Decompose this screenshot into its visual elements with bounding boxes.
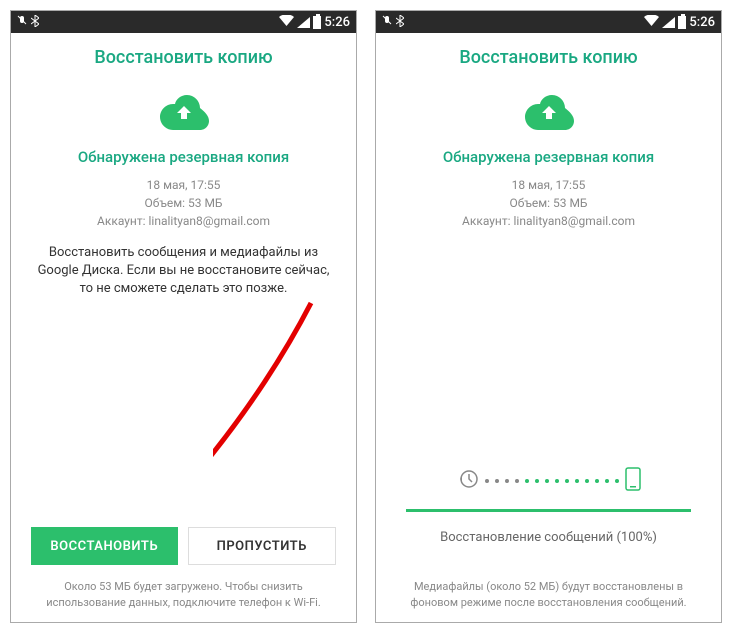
phone-icon [625, 467, 641, 495]
page-title: Восстановить копию [31, 47, 336, 68]
restore-button[interactable]: ВОССТАНОВИТЬ [31, 527, 178, 565]
restore-graphic [396, 467, 701, 495]
bluetooth-icon [396, 15, 404, 30]
backup-size: Объем: 53 МБ [31, 194, 336, 212]
history-icon [457, 468, 479, 494]
backup-found-title: Обнаружена резервная копия [396, 148, 701, 166]
backup-account: Аккаунт: linalityan8@gmail.com [396, 212, 701, 230]
skip-button[interactable]: ПРОПУСТИТЬ [188, 527, 337, 565]
clock-time: 5:26 [689, 15, 715, 30]
footer-text: Около 53 МБ будет загружено. Чтобы снизи… [31, 579, 336, 610]
mic-off-icon [382, 15, 392, 29]
status-bar: 5:26 [376, 11, 721, 33]
button-row: ВОССТАНОВИТЬ ПРОПУСТИТЬ [31, 527, 336, 565]
status-right: 5:26 [279, 15, 350, 30]
backup-date: 18 мая, 17:55 [31, 176, 336, 194]
cloud-upload-icon [31, 68, 336, 148]
status-bar: 5:26 [11, 11, 356, 33]
cloud-upload-icon [396, 68, 701, 148]
wifi-icon [279, 15, 294, 29]
wifi-icon [644, 15, 659, 29]
status-left [382, 15, 404, 30]
battery-icon [313, 16, 321, 29]
phone-right: 5:26 Восстановить копию Обнаружена резер… [375, 10, 722, 623]
backup-size: Объем: 53 МБ [396, 194, 701, 212]
progress-bar [406, 509, 691, 512]
content-left: Восстановить копию Обнаружена резервная … [11, 33, 356, 622]
page-title: Восстановить копию [396, 47, 701, 68]
signal-icon [662, 17, 675, 28]
clock-time: 5:26 [324, 15, 350, 30]
footer-text: Медиафайлы (около 52 МБ) будут восстанов… [396, 579, 701, 610]
bluetooth-icon [31, 15, 39, 30]
backup-account: Аккаунт: linalityan8@gmail.com [31, 212, 336, 230]
description-text: Восстановить сообщения и медиафайлы из G… [31, 244, 336, 299]
status-left [17, 15, 39, 30]
progress-area: Восстановление сообщений (100%) [396, 467, 701, 559]
status-right: 5:26 [644, 15, 715, 30]
mic-off-icon [17, 15, 27, 29]
content-right: Восстановить копию Обнаружена резервная … [376, 33, 721, 622]
backup-date: 18 мая, 17:55 [396, 176, 701, 194]
battery-icon [678, 16, 686, 29]
progress-text: Восстановление сообщений (100%) [396, 530, 701, 545]
phone-left: 5:26 Восстановить копию Обнаружена резер… [10, 10, 357, 623]
backup-found-title: Обнаружена резервная копия [31, 148, 336, 166]
signal-icon [297, 17, 310, 28]
